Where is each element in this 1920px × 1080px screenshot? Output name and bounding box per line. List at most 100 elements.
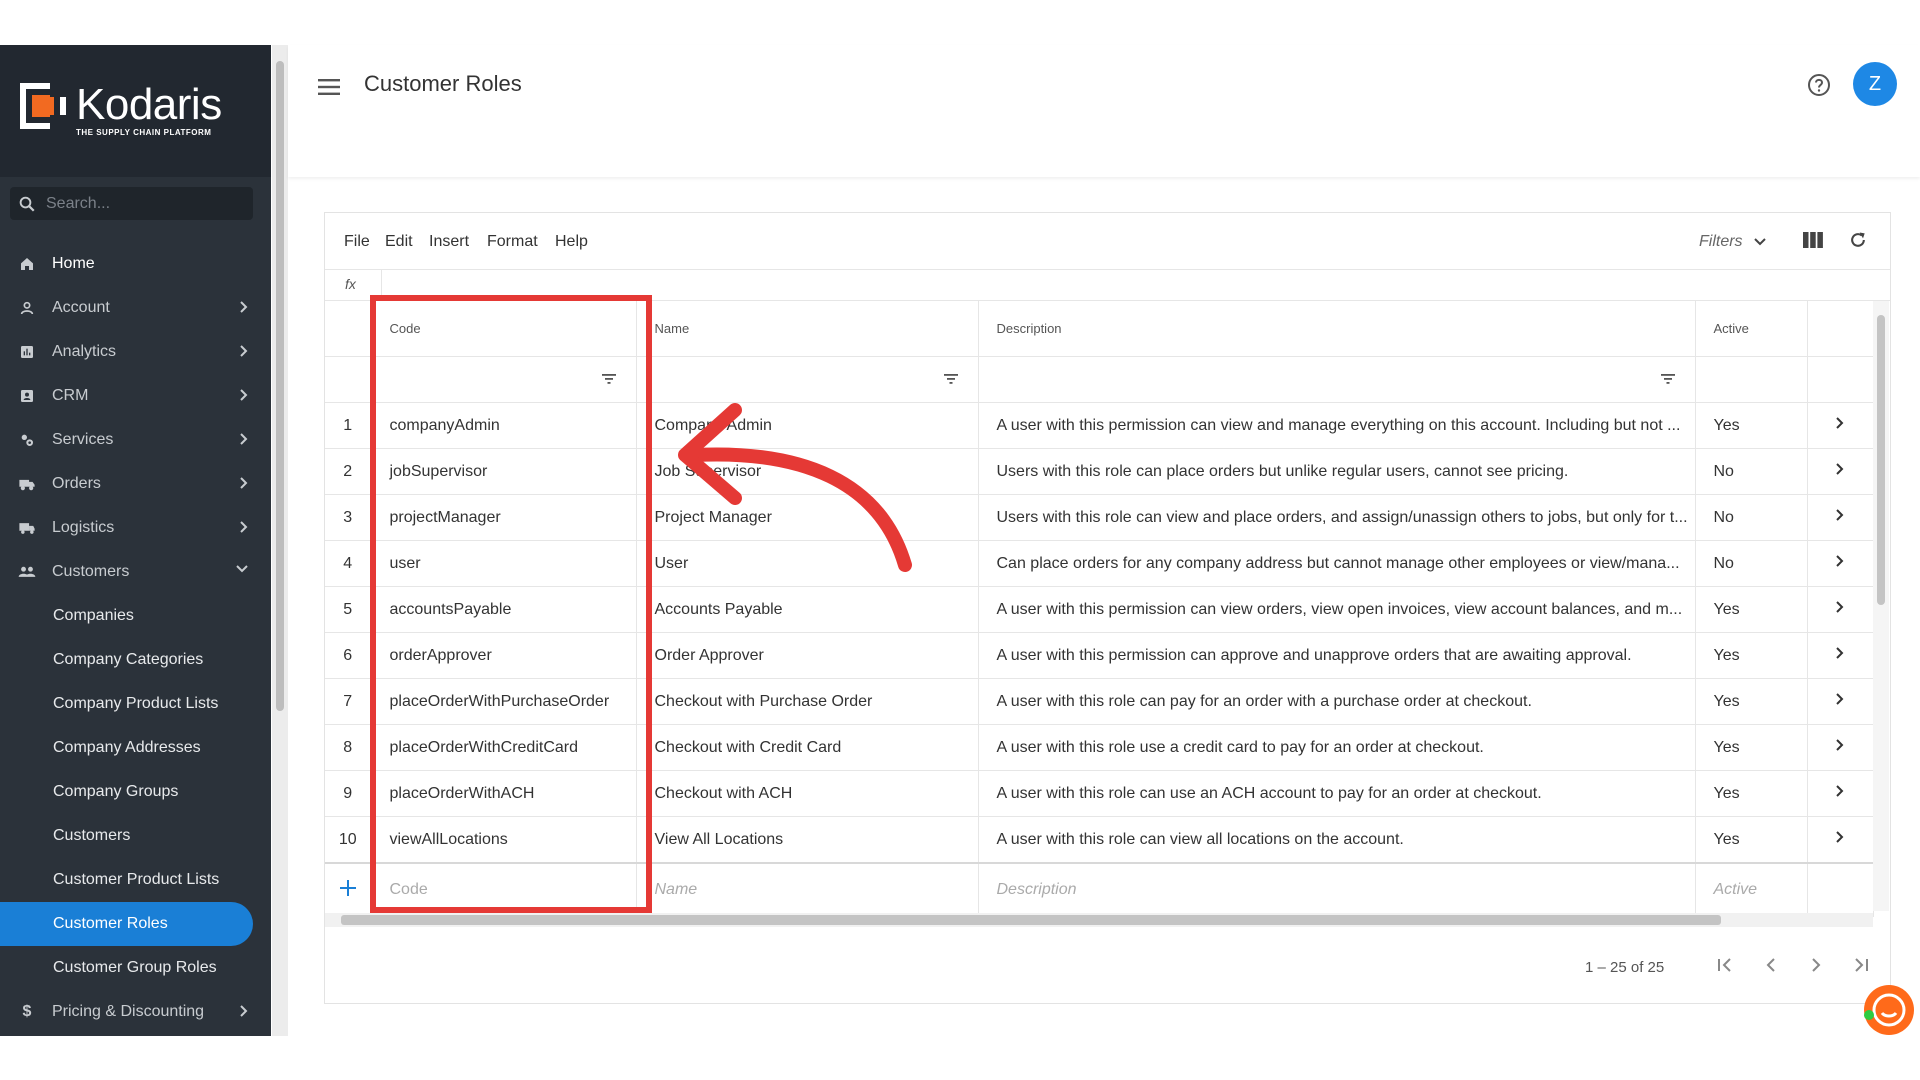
cell-code[interactable]: orderApprover xyxy=(371,632,637,679)
column-header-active[interactable]: Active xyxy=(1695,301,1808,357)
row-open-button[interactable] xyxy=(1807,494,1874,541)
cell-name[interactable]: View All Locations xyxy=(636,816,979,864)
grid-vertical-scrollbar-thumb[interactable] xyxy=(1877,315,1885,605)
cell-name[interactable]: Accounts Payable xyxy=(636,586,979,633)
filter-icon[interactable] xyxy=(601,374,616,384)
cell-code[interactable]: accountsPayable xyxy=(371,586,637,633)
filters-dropdown[interactable]: Filters xyxy=(1699,233,1767,251)
row-open-button[interactable] xyxy=(1807,402,1874,449)
sidebar-scrollbar[interactable] xyxy=(272,45,288,1036)
cell-description[interactable]: A user with this permission can approve … xyxy=(978,632,1696,679)
filter-icon[interactable] xyxy=(1660,374,1675,384)
cell-description[interactable]: Users with this role can place orders bu… xyxy=(978,448,1696,495)
filter-cell-name[interactable] xyxy=(636,356,979,403)
menu-format[interactable]: Format xyxy=(487,233,538,251)
grid-horizontal-scrollbar[interactable] xyxy=(325,913,1873,927)
cell-code[interactable]: companyAdmin xyxy=(371,402,637,449)
sidebar-item-services[interactable]: Services xyxy=(0,418,271,462)
menu-help[interactable]: Help xyxy=(555,233,588,251)
new-row-active-input[interactable]: Active xyxy=(1695,862,1808,917)
sidebar-item-analytics[interactable]: Analytics xyxy=(0,330,271,374)
cell-code[interactable]: projectManager xyxy=(371,494,637,541)
sidebar-item-home[interactable]: Home xyxy=(0,242,271,286)
sidebar-item-crm[interactable]: CRM xyxy=(0,374,271,418)
cell-active[interactable]: No xyxy=(1695,540,1808,587)
cell-name[interactable]: Checkout with Purchase Order xyxy=(636,678,979,725)
filter-cell-description[interactable] xyxy=(978,356,1696,403)
cell-name[interactable]: Company Admin xyxy=(636,402,979,449)
next-page-icon[interactable] xyxy=(1806,955,1826,975)
avatar[interactable]: Z xyxy=(1853,62,1897,106)
table-row[interactable]: 7 placeOrderWithPurchaseOrder Checkout w… xyxy=(325,678,1874,725)
cell-active[interactable]: Yes xyxy=(1695,678,1808,725)
new-row-code-input[interactable]: Code xyxy=(371,862,637,917)
cell-description[interactable]: Users with this role can view and place … xyxy=(978,494,1696,541)
sidebar-sub-customer-group-roles[interactable]: Customer Group Roles xyxy=(0,946,271,990)
cell-code[interactable]: placeOrderWithACH xyxy=(371,770,637,817)
table-row[interactable]: 4 user User Can place orders for any com… xyxy=(325,540,1874,587)
table-row[interactable]: 10 viewAllLocations View All Locations A… xyxy=(325,816,1874,864)
sidebar-item-orders[interactable]: Orders xyxy=(0,462,271,506)
new-row-name-input[interactable]: Name xyxy=(636,862,979,917)
filter-icon[interactable] xyxy=(943,374,958,384)
sidebar-scrollbar-thumb[interactable] xyxy=(276,61,284,711)
cell-active[interactable]: Yes xyxy=(1695,724,1808,771)
cell-code[interactable]: viewAllLocations xyxy=(371,816,637,864)
previous-page-icon[interactable] xyxy=(1761,955,1781,975)
cell-active[interactable]: No xyxy=(1695,448,1808,495)
new-row-description-input[interactable]: Description xyxy=(978,862,1696,917)
cell-name[interactable]: Order Approver xyxy=(636,632,979,679)
table-row[interactable]: 1 companyAdmin Company Admin A user with… xyxy=(325,402,1874,449)
row-open-button[interactable] xyxy=(1807,586,1874,633)
refresh-icon[interactable] xyxy=(1848,230,1868,250)
cell-code[interactable]: user xyxy=(371,540,637,587)
last-page-icon[interactable] xyxy=(1851,955,1871,975)
sidebar-sub-company-product-lists[interactable]: Company Product Lists xyxy=(0,682,271,726)
cell-description[interactable]: Can place orders for any company address… xyxy=(978,540,1696,587)
row-open-button[interactable] xyxy=(1807,724,1874,771)
row-open-button[interactable] xyxy=(1807,816,1874,864)
cell-description[interactable]: A user with this permission can view and… xyxy=(978,402,1696,449)
cell-code[interactable]: jobSupervisor xyxy=(371,448,637,495)
help-icon[interactable] xyxy=(1807,73,1831,97)
sidebar-item-logistics[interactable]: Logistics xyxy=(0,506,271,550)
logo[interactable]: Kodaris THE SUPPLY CHAIN PLATFORM xyxy=(20,83,222,138)
grid-vertical-scrollbar[interactable] xyxy=(1873,301,1889,911)
cell-description[interactable]: A user with this permission can view ord… xyxy=(978,586,1696,633)
menu-file[interactable]: File xyxy=(344,233,370,251)
sidebar-sub-customer-roles[interactable]: Customer Roles xyxy=(0,902,253,946)
menu-edit[interactable]: Edit xyxy=(385,233,413,251)
sidebar-sub-company-addresses[interactable]: Company Addresses xyxy=(0,726,271,770)
row-open-button[interactable] xyxy=(1807,540,1874,587)
cell-active[interactable]: Yes xyxy=(1695,586,1808,633)
menu-insert[interactable]: Insert xyxy=(429,233,469,251)
cell-active[interactable]: Yes xyxy=(1695,770,1808,817)
sidebar-search[interactable] xyxy=(10,187,253,220)
hamburger-menu-icon[interactable] xyxy=(318,79,340,95)
sidebar-sub-company-groups[interactable]: Company Groups xyxy=(0,770,271,814)
filter-cell-active[interactable] xyxy=(1695,356,1808,403)
sidebar-item-pricing[interactable]: $ Pricing & Discounting xyxy=(0,990,271,1034)
table-row[interactable]: 3 projectManager Project Manager Users w… xyxy=(325,494,1874,541)
table-row[interactable]: 9 placeOrderWithACH Checkout with ACH A … xyxy=(325,770,1874,817)
column-header-code[interactable]: Code xyxy=(371,301,637,357)
cell-active[interactable]: Yes xyxy=(1695,816,1808,864)
table-row[interactable]: 8 placeOrderWithCreditCard Checkout with… xyxy=(325,724,1874,771)
cell-name[interactable]: User xyxy=(636,540,979,587)
cell-name[interactable]: Checkout with Credit Card xyxy=(636,724,979,771)
first-page-icon[interactable] xyxy=(1715,955,1735,975)
column-header-name[interactable]: Name xyxy=(636,301,979,357)
sidebar-sub-company-categories[interactable]: Company Categories xyxy=(0,638,271,682)
cell-name[interactable]: Checkout with ACH xyxy=(636,770,979,817)
cell-active[interactable]: Yes xyxy=(1695,632,1808,679)
row-open-button[interactable] xyxy=(1807,678,1874,725)
columns-icon[interactable] xyxy=(1803,231,1823,249)
cell-name[interactable]: Project Manager xyxy=(636,494,979,541)
cell-description[interactable]: A user with this role can use an ACH acc… xyxy=(978,770,1696,817)
sidebar-sub-companies[interactable]: Companies xyxy=(0,594,271,638)
cell-code[interactable]: placeOrderWithCreditCard xyxy=(371,724,637,771)
cell-active[interactable]: Yes xyxy=(1695,402,1808,449)
cell-name[interactable]: Job Supervisor xyxy=(636,448,979,495)
cell-active[interactable]: No xyxy=(1695,494,1808,541)
table-row[interactable]: 5 accountsPayable Accounts Payable A use… xyxy=(325,586,1874,633)
